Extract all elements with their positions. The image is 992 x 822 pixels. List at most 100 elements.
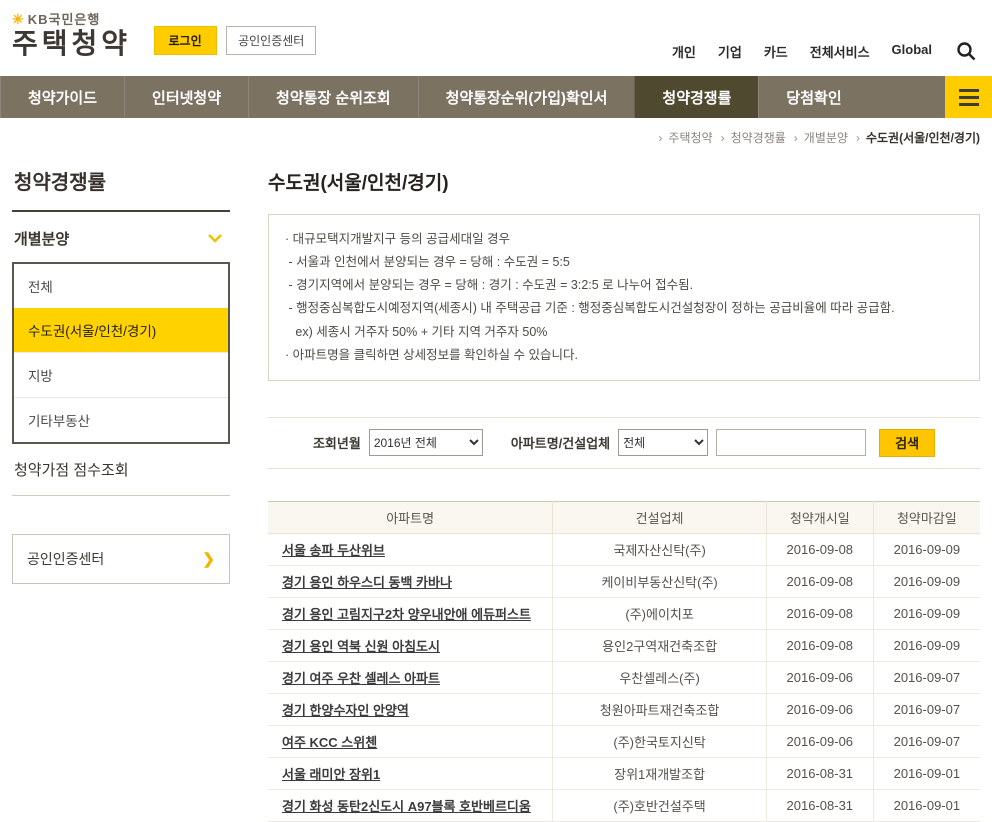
utility-link[interactable]: 전체서비스 [810, 42, 870, 61]
apartment-link[interactable]: 서울 래미안 장위1 [268, 756, 554, 790]
utility-link[interactable]: 기업 [718, 42, 742, 61]
notice-line: ex) 세종시 거주자 50% + 기타 지역 거주자 50% [285, 324, 548, 339]
table-row: 경기 용인 고림지구2차 양우내안애 에듀퍼스트 (주)에이치포 2016-09-0… [268, 596, 980, 630]
builder-cell: 국제자산신탁(주) [552, 532, 767, 566]
sidebar-cert-center-link[interactable]: 공인인증센터 ❯ [12, 534, 230, 584]
search-icon[interactable] [954, 39, 978, 63]
builder-cell: (주)호반건설주택 [552, 788, 767, 822]
sidebar-menu-item[interactable]: 수도권(서울/인천/경기) [14, 308, 228, 352]
builder-cell: 장위1재개발조합 [552, 756, 767, 790]
bank-name: KB국민은행 [27, 12, 101, 27]
start-date-cell: 2016-09-06 [765, 660, 874, 694]
all-menu-button[interactable] [945, 76, 992, 118]
breadcrumb-separator: › [793, 131, 798, 145]
nav-item[interactable]: 당첨확인 [758, 76, 868, 118]
breadcrumb-separator: › [658, 131, 663, 145]
utility-link[interactable]: Global [892, 42, 932, 61]
table-row: 경기 용인 하우스디 동백 카바나 케이비부동산신탁(주) 2016-09-08 20… [268, 564, 980, 598]
nav-item[interactable]: 청약가이드 [0, 76, 124, 118]
service-title: 주택청약 [12, 28, 132, 59]
start-date-cell: 2016-09-08 [765, 596, 874, 630]
apartment-link[interactable]: 서울 송파 두산위브 [268, 532, 554, 566]
apt-filter-select[interactable]: 전체 [618, 429, 709, 457]
sidebar: 청약경쟁률 개별분양 전체 수도권(서울/인천/경기) 지방 기타부동산 청약가점 점… [12, 155, 230, 584]
end-date-cell: 2016-09-07 [872, 692, 980, 726]
builder-cell: 용인2구역재건축조합 [552, 628, 767, 662]
apartment-link[interactable]: 경기 여주 우찬 셀레스 아파트 [268, 660, 554, 694]
sidebar-item-score-lookup[interactable]: 청약가점 점수조회 [12, 444, 230, 496]
table-row: 서울 송파 두산위브 국제자산신탁(주) 2016-09-08 2016-09-09 [268, 532, 980, 566]
start-date-cell: 2016-09-06 [765, 692, 874, 726]
end-date-cell: 2016-09-01 [872, 788, 980, 822]
keyword-input[interactable] [716, 429, 867, 457]
logo[interactable]: ✳ KB국민은행 주택청약 [12, 9, 131, 60]
breadcrumb: › 주택청약 › 청약경쟁률 › 개별분양 › 수도권(서울/인천/경기) [0, 118, 992, 151]
nav-item[interactable]: 청약통장 순위조회 [248, 76, 418, 118]
apartment-link[interactable]: 경기 용인 역북 신원 아침도시 [268, 628, 554, 662]
year-select[interactable]: 2016년 전체 [368, 429, 483, 457]
bank-logo-line: ✳ KB국민은행 [12, 9, 131, 28]
apartment-link[interactable]: 경기 화성 동탄2신도시 A97블록 호반베르디움 [268, 788, 554, 822]
end-date-cell: 2016-09-07 [872, 724, 980, 758]
breadcrumb-separator: › [855, 131, 860, 145]
header: ✳ KB국민은행 주택청약 로그인 공인인증센터 개인 기업 카드 전체서비스 Globa… [0, 0, 992, 76]
nav-item[interactable]: 청약통장순위(가입)확인서 [417, 76, 635, 118]
sidebar-menu-item[interactable]: 전체 [14, 264, 228, 308]
start-date-cell: 2016-09-08 [765, 628, 874, 662]
builder-cell: 케이비부동산신탁(주) [552, 564, 767, 598]
utility-link[interactable]: 개인 [672, 42, 696, 61]
start-date-cell: 2016-08-31 [765, 756, 874, 790]
builder-cell: 우찬셀레스(주) [552, 660, 767, 694]
search-button[interactable]: 검색 [879, 428, 936, 457]
cert-center-button[interactable]: 공인인증센터 [226, 25, 317, 55]
notice-line: - 서울과 인천에서 분양되는 경우 = 당해 : 수도권 = 5:5 [285, 255, 570, 270]
breadcrumb-item[interactable]: 주택청약 [668, 131, 712, 145]
sidebar-title: 청약경쟁률 [12, 155, 230, 212]
breadcrumb-item[interactable]: 개별분양 [804, 131, 848, 145]
notice-line: - 경기지역에서 분양되는 경우 = 당해 : 경기 : 수도권 = 3:2:5… [285, 278, 694, 293]
notice-line: · 아파트명을 클릭하면 상세정보를 확인하실 수 있습니다. [285, 347, 578, 362]
end-date-cell: 2016-09-09 [872, 564, 980, 598]
notice-box: · 대규모택지개발지구 등의 공급세대일 경우 - 서울과 인천에서 분양되는 … [268, 214, 980, 381]
content: 청약경쟁률 개별분양 전체 수도권(서울/인천/경기) 지방 기타부동산 청약가점 점… [0, 151, 992, 822]
nav-item[interactable]: 청약경쟁률 [634, 76, 759, 118]
chevron-down-icon [208, 234, 222, 243]
nav-item[interactable]: 인터넷청약 [124, 76, 248, 118]
start-date-cell: 2016-09-08 [765, 532, 874, 566]
header-buttons: 로그인 공인인증센터 [153, 25, 317, 55]
hamburger-icon [958, 88, 979, 92]
login-button[interactable]: 로그인 [153, 25, 217, 55]
apartment-link[interactable]: 경기 한양수자인 안양역 [268, 692, 554, 726]
table-header-row: 아파트명 건설업체 청약개시일 청약마감일 [268, 500, 980, 534]
table-row: 서울 래미안 장위1 장위1재개발조합 2016-08-31 2016-09-01 [268, 756, 980, 790]
apartment-link[interactable]: 경기 용인 고림지구2차 양우내안애 에듀퍼스트 [268, 596, 554, 630]
results-table-body: 서울 송파 두산위브 국제자산신탁(주) 2016-09-08 2016-09-09 경… [268, 532, 980, 822]
apartment-link[interactable]: 여주 KCC 스위첸 [268, 724, 554, 758]
notice-line: · 대규모택지개발지구 등의 공급세대일 경우 [285, 232, 511, 246]
apartment-link[interactable]: 경기 용인 하우스디 동백 카바나 [268, 564, 554, 598]
table-row: 여주 KCC 스위첸 (주)한국토지신탁 2016-09-06 2016-09-07 [268, 724, 980, 758]
end-date-cell: 2016-09-09 [872, 532, 980, 566]
table-header-cell: 아파트명 [268, 500, 554, 534]
builder-cell: (주)에이치포 [552, 596, 767, 630]
utility-link[interactable]: 카드 [764, 42, 788, 61]
breadcrumb-item[interactable]: 청약경쟁률 [731, 131, 786, 145]
end-date-cell: 2016-09-07 [872, 660, 980, 694]
breadcrumb-separator: › [720, 131, 725, 145]
sidebar-menu-item[interactable]: 기타부동산 [14, 397, 228, 442]
search-bar: 조회년월 2016년 전체 아파트명/건설업체 전체 검색 [268, 416, 980, 469]
kb-star-icon: ✳ [12, 11, 25, 27]
builder-cell: 청원아파트재건축조합 [552, 692, 767, 726]
end-date-cell: 2016-09-09 [872, 596, 980, 630]
main-panel: 수도권(서울/인천/경기) · 대규모택지개발지구 등의 공급세대일 경우 - … [268, 155, 980, 822]
notice-line: - 행정중심복합도시예정지역(세종시) 내 주택공급 기준 : 행정중심복합도시… [285, 301, 895, 316]
end-date-cell: 2016-09-01 [872, 756, 980, 790]
magnifier-glyph [957, 42, 976, 61]
page-title: 수도권(서울/인천/경기) [268, 173, 449, 194]
year-filter-label: 조회년월 [312, 436, 361, 452]
sidebar-menu: 전체 수도권(서울/인천/경기) 지방 기타부동산 [12, 262, 230, 444]
apt-filter-label: 아파트명/건설업체 [510, 436, 611, 452]
sidebar-section-toggle[interactable]: 개별분양 [12, 212, 230, 262]
sidebar-menu-item[interactable]: 지방 [14, 352, 228, 397]
breadcrumb-item: 수도권(서울/인천/경기) [865, 131, 980, 145]
